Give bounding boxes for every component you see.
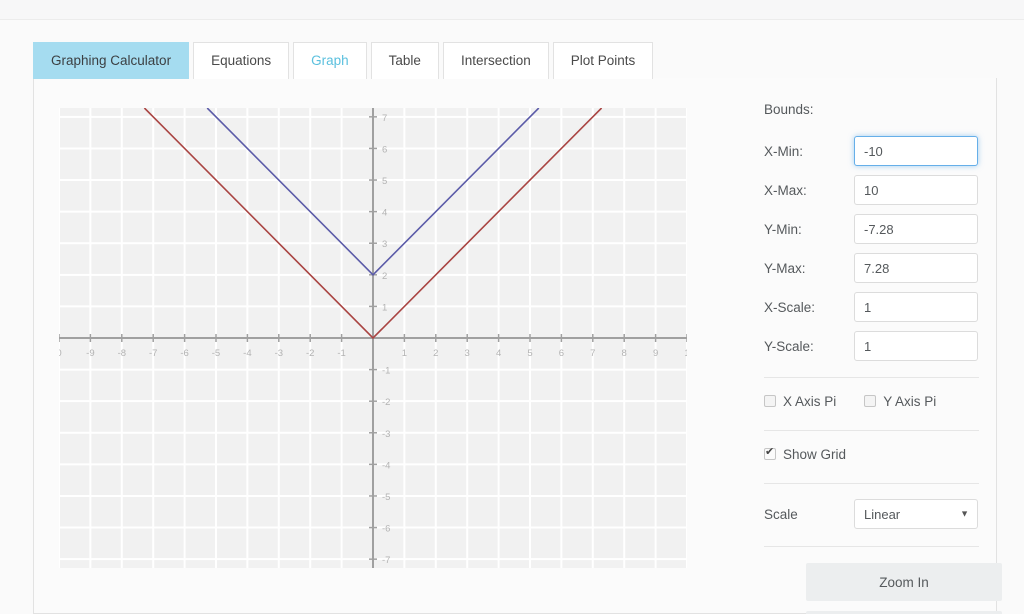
x-axis-tick-label: 6 xyxy=(559,348,564,359)
x-axis-tick-label: -5 xyxy=(212,348,220,359)
x-axis-tick-label: -8 xyxy=(118,348,126,359)
tab-label: Plot Points xyxy=(570,53,636,69)
y-axis-tick-label: -1 xyxy=(382,366,390,377)
y-axis-tick-label: -3 xyxy=(382,429,390,440)
y-axis-tick-label: -7 xyxy=(382,555,390,566)
tab-graphing-calculator[interactable]: Graphing Calculator xyxy=(33,42,190,79)
x-axis-tick-label: 8 xyxy=(622,348,627,359)
y-axis-tick-label: 7 xyxy=(382,113,387,124)
zoom-in-label: Zoom In xyxy=(879,574,929,590)
controls-panel: Bounds: X-Min: X-Max: Y-Min: Y-Max: X-Sc… xyxy=(764,102,1002,614)
bounds-heading: Bounds: xyxy=(764,102,814,117)
tab-bar: Graphing Calculator Equations Graph Tabl… xyxy=(33,42,654,79)
y-axis-tick-label: 4 xyxy=(382,208,387,219)
tab-label: Intersection xyxy=(460,53,531,69)
axis-pi-row: X Axis Pi Y Axis Pi xyxy=(764,384,979,418)
tab-graph[interactable]: Graph xyxy=(293,42,367,79)
calculator-panel: 0 -9 -8 -7 -6 -5 -4 -3 -2 -1 1 2 3 4 5 6 7 8 9 1 -7 -6 -5 -4 -3 -… xyxy=(33,78,1002,614)
x-max-label: X-Max: xyxy=(764,182,807,198)
plot-canvas[interactable]: 0 -9 -8 -7 -6 -5 -4 -3 -2 -1 1 2 3 4 5 6 7 8 9 1 -7 -6 -5 -4 -3 -… xyxy=(59,108,687,568)
divider xyxy=(764,430,979,431)
y-axis-tick-label: -6 xyxy=(382,524,390,535)
y-scale-input[interactable] xyxy=(854,331,978,361)
checkbox-y-axis-pi-label: Y Axis Pi xyxy=(883,393,937,409)
y-axis-tick-label: 3 xyxy=(382,239,387,250)
x-max-input[interactable] xyxy=(854,175,978,205)
checkbox-show-grid-label: Show Grid xyxy=(783,446,847,462)
graph-area[interactable]: 0 -9 -8 -7 -6 -5 -4 -3 -2 -1 1 2 3 4 5 6 7 8 9 1 -7 -6 -5 -4 -3 -… xyxy=(59,108,687,568)
browser-top-bar xyxy=(0,0,1024,20)
zoom-in-button[interactable]: Zoom In xyxy=(806,563,1002,601)
y-max-input[interactable] xyxy=(854,253,978,283)
tab-label: Table xyxy=(388,53,421,69)
checkbox-show-grid[interactable]: Show Grid xyxy=(764,446,847,462)
y-axis-tick-label: 6 xyxy=(382,144,387,155)
chevron-down-icon: ▼ xyxy=(960,508,969,519)
page-root: Graphing Calculator Equations Graph Tabl… xyxy=(0,0,1024,614)
plot-svg: 0 -9 -8 -7 -6 -5 -4 -3 -2 -1 1 2 3 4 5 6 7 8 9 1 -7 -6 -5 -4 -3 -… xyxy=(59,108,687,568)
tab-label: Equations xyxy=(211,53,272,69)
field-row-y-min: Y-Min: xyxy=(764,210,979,248)
field-row-y-scale: Y-Scale: xyxy=(764,327,979,365)
divider xyxy=(764,483,979,484)
x-axis-tick-label: -6 xyxy=(180,348,188,359)
y-axis-tick-label: -5 xyxy=(382,492,390,503)
field-row-x-min: X-Min: xyxy=(764,132,979,170)
x-axis-tick-label: -2 xyxy=(306,348,314,359)
x-axis-tick-label: -9 xyxy=(86,348,94,359)
x-axis-tick-label: 5 xyxy=(527,348,532,359)
x-min-input[interactable] xyxy=(854,136,978,166)
checkbox-y-axis-pi[interactable]: Y Axis Pi xyxy=(864,394,936,409)
tab-plot-points[interactable]: Plot Points xyxy=(552,42,654,79)
tab-table[interactable]: Table xyxy=(370,42,439,79)
x-axis-tick-label: 2 xyxy=(433,348,438,359)
x-scale-input[interactable] xyxy=(854,292,978,322)
x-axis-tick-label: 1 xyxy=(684,348,687,359)
scale-row: Scale Linear ▼ xyxy=(764,494,979,534)
field-row-x-max: X-Max: xyxy=(764,171,979,209)
scale-select[interactable]: Linear ▼ xyxy=(854,499,978,529)
x-min-label: X-Min: xyxy=(764,143,804,159)
x-scale-label: X-Scale: xyxy=(764,299,816,315)
x-axis-tick-label: -1 xyxy=(337,348,345,359)
tab-label: Graph xyxy=(311,53,349,69)
y-scale-label: Y-Scale: xyxy=(764,338,814,354)
checkbox-x-axis-pi-box[interactable] xyxy=(764,395,776,407)
x-axis-tick-label: 7 xyxy=(590,348,595,359)
scale-select-value: Linear xyxy=(864,506,901,522)
x-axis-tick-label: 3 xyxy=(465,348,470,359)
x-axis-tick-label: 9 xyxy=(653,348,658,359)
field-row-y-max: Y-Max: xyxy=(764,249,979,287)
y-min-label: Y-Min: xyxy=(764,221,802,237)
field-row-x-scale: X-Scale: xyxy=(764,288,979,326)
scale-label: Scale xyxy=(764,506,798,522)
checkbox-show-grid-box[interactable] xyxy=(764,446,776,460)
y-axis-tick-label: -4 xyxy=(382,460,390,471)
checkbox-y-axis-pi-box[interactable] xyxy=(864,395,877,407)
x-axis-tick-label: 0 xyxy=(59,348,62,359)
tab-label: Graphing Calculator xyxy=(51,53,172,69)
y-axis-tick-label: 5 xyxy=(382,176,387,187)
divider xyxy=(764,546,979,547)
checkbox-x-axis-pi-label: X Axis Pi xyxy=(783,393,837,409)
y-min-input[interactable] xyxy=(854,214,978,244)
y-axis-tick-label: 1 xyxy=(382,302,387,313)
tab-intersection[interactable]: Intersection xyxy=(442,42,549,79)
tab-equations[interactable]: Equations xyxy=(193,42,290,79)
y-axis-tick-label: -2 xyxy=(382,397,390,408)
y-max-label: Y-Max: xyxy=(764,260,806,276)
x-axis-tick-label: 4 xyxy=(496,348,501,359)
x-axis-tick-label: -4 xyxy=(243,348,251,359)
y-axis-tick-label: 2 xyxy=(382,271,387,282)
x-axis-tick-label: 1 xyxy=(402,348,407,359)
divider xyxy=(764,377,979,378)
x-axis-tick-label: -7 xyxy=(149,348,157,359)
checkbox-x-axis-pi[interactable]: X Axis Pi xyxy=(764,394,836,409)
x-axis-tick-label: -3 xyxy=(275,348,283,359)
show-grid-row: Show Grid xyxy=(764,437,979,471)
